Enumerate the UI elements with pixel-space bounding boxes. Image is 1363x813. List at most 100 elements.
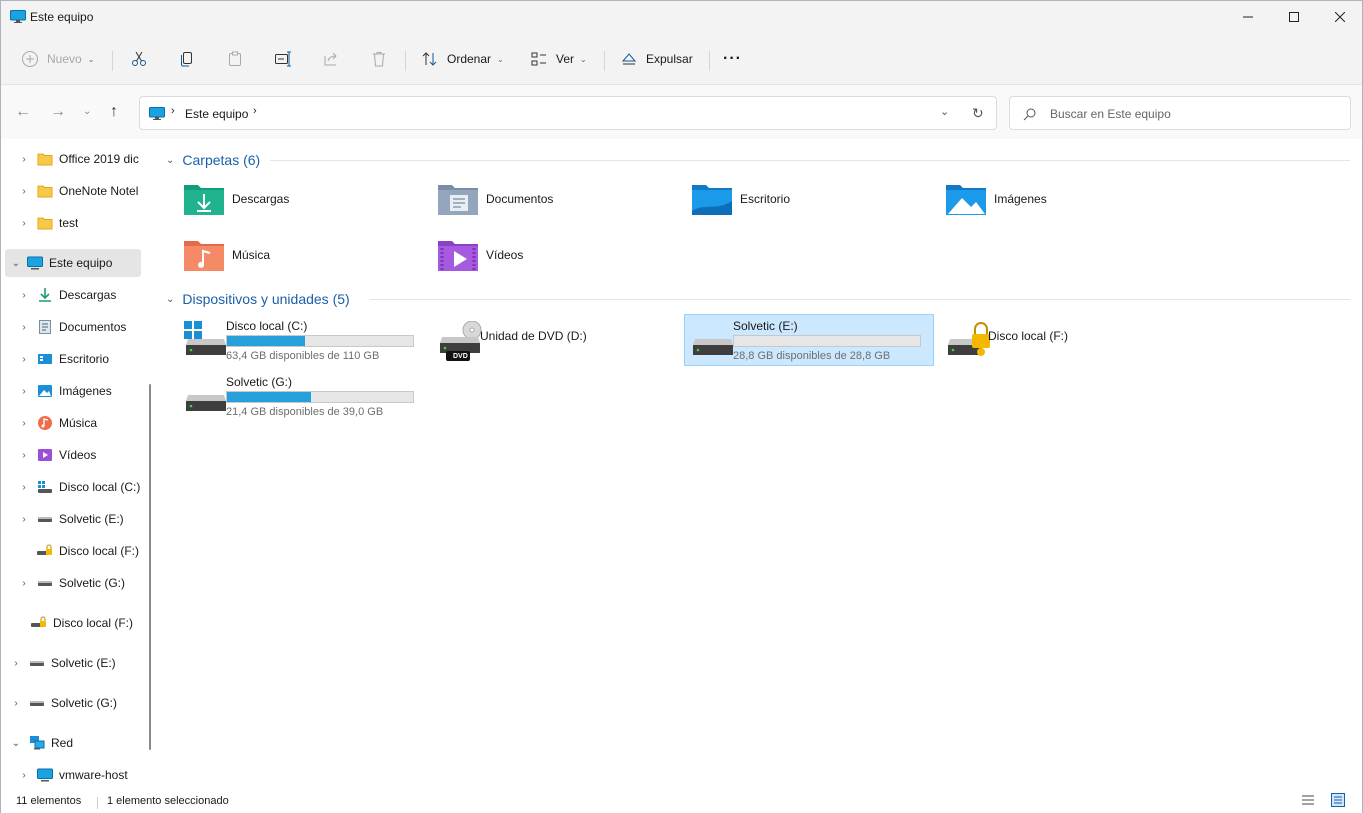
downloads-folder-icon	[184, 185, 224, 215]
sidebar-item-downloads[interactable]: › Descargas	[19, 281, 116, 309]
video-icon	[38, 449, 52, 461]
document-icon	[39, 320, 51, 334]
drive-f[interactable]: Disco local (F:)	[940, 315, 1190, 367]
chevron-right-icon[interactable]: ›	[19, 450, 29, 461]
up-button[interactable]: ↑	[110, 103, 118, 121]
back-button[interactable]: ←	[15, 103, 31, 121]
drive-dvd-d[interactable]: DVD Unidad de DVD (D:)	[432, 315, 682, 367]
eject-button[interactable]: Expulsar	[620, 45, 693, 73]
status-bar: 11 elementos 1 elemento seleccionado	[1, 791, 1362, 813]
drive-e[interactable]: Solvetic (E:) 28,8 GB disponibles de 28,…	[684, 314, 934, 366]
paste-button[interactable]	[226, 45, 244, 73]
drive-g[interactable]: Solvetic (G:) 21,4 GB disponibles de 39,…	[178, 371, 428, 423]
sidebar-item-drive-g-root[interactable]: › Solvetic (G:)	[11, 689, 117, 717]
chevron-right-icon[interactable]: ›	[19, 218, 29, 229]
sidebar-item-test[interactable]: › test	[19, 209, 78, 237]
recent-locations-button[interactable]: ⌄	[83, 106, 91, 117]
folder-label: Vídeos	[486, 248, 524, 262]
sidebar-item-label: Disco local (C:)	[59, 480, 141, 494]
folder-pictures[interactable]: Imágenes	[944, 179, 1047, 219]
chevron-right-icon[interactable]: ›	[19, 770, 29, 781]
chevron-right-icon[interactable]: ›	[19, 322, 29, 333]
chevron-right-icon[interactable]: ›	[19, 354, 29, 365]
forward-button[interactable]: →	[50, 103, 66, 121]
chevron-right-icon[interactable]: ›	[19, 186, 29, 197]
search-input[interactable]: Buscar en Este equipo	[1050, 107, 1171, 121]
details-view-button[interactable]	[1301, 793, 1315, 810]
sidebar-item-videos[interactable]: › Vídeos	[19, 441, 96, 469]
folder-label: Descargas	[232, 192, 290, 206]
devices-group-header[interactable]: ⌄ Dispositivos y unidades (5)	[166, 291, 350, 307]
sidebar-item-pictures[interactable]: › Imágenes	[19, 377, 111, 405]
chevron-right-icon[interactable]: ›	[19, 418, 29, 429]
sidebar-item-drive-e[interactable]: › Solvetic (E:)	[19, 505, 124, 533]
address-dropdown-icon[interactable]: ⌄	[940, 105, 949, 118]
share-button[interactable]	[322, 45, 340, 73]
maximize-button[interactable]	[1271, 1, 1317, 33]
sidebar-item-drive-f[interactable]: Disco local (F:)	[37, 537, 139, 565]
cut-button[interactable]	[130, 45, 148, 73]
content-pane: ⌄ Carpetas (6) Descargas Documentos Escr…	[158, 139, 1363, 791]
rename-button[interactable]	[274, 45, 292, 73]
folder-desktop[interactable]: Escritorio	[690, 179, 790, 219]
chevron-right-icon[interactable]: ›	[19, 290, 29, 301]
address-bar[interactable]: › Este equipo › ⌄ ↻	[139, 96, 997, 130]
sidebar-item-office-2019[interactable]: › Office 2019 dic	[19, 145, 139, 173]
divider	[112, 51, 113, 71]
folder-label: Escritorio	[740, 192, 791, 206]
chevron-down-icon[interactable]: ⌄	[11, 258, 21, 269]
chevron-right-icon[interactable]: ›	[11, 658, 21, 669]
chevron-down-icon[interactable]: ⌄	[166, 294, 174, 305]
breadcrumb-chevron-icon[interactable]: ›	[253, 105, 257, 117]
sidebar-scrollbar[interactable]	[149, 384, 151, 750]
tiles-view-button[interactable]	[1331, 793, 1345, 810]
sidebar-item-onenote[interactable]: › OneNote Notel	[19, 177, 138, 205]
sidebar-item-network[interactable]: ⌄ Red	[11, 729, 73, 757]
folders-group-header[interactable]: ⌄ Carpetas (6)	[166, 152, 260, 168]
chevron-down-icon[interactable]: ⌄	[11, 738, 21, 749]
folder-downloads[interactable]: Descargas	[182, 179, 289, 219]
drive-icon	[38, 581, 52, 586]
sidebar-item-documents[interactable]: › Documentos	[19, 313, 126, 341]
more-options-button[interactable]: ···	[723, 45, 742, 73]
minimize-button[interactable]	[1225, 1, 1271, 33]
sidebar-item-label: Solvetic (G:)	[59, 576, 126, 590]
search-box[interactable]: Buscar en Este equipo	[1009, 96, 1351, 130]
sidebar-item-music[interactable]: › Música	[19, 409, 97, 437]
drive-c[interactable]: Disco local (C:) 63,4 GB disponibles de …	[178, 315, 428, 367]
sidebar-item-label: Solvetic (G:)	[51, 696, 118, 710]
sidebar-item-label: Solvetic (E:)	[59, 512, 124, 526]
folder-music[interactable]: Música	[182, 235, 270, 275]
new-button[interactable]: Nuevo ⌄	[21, 45, 94, 73]
drive-icon	[38, 517, 52, 522]
refresh-icon[interactable]: ↻	[972, 105, 984, 122]
file-explorer-window: Este equipo Nuevo ⌄ Ordenar ⌄ Ver ⌄ Expu…	[0, 0, 1363, 813]
sidebar-item-drive-c[interactable]: › Disco local (C:)	[19, 473, 140, 501]
drive-free-space: 63,4 GB disponibles de 110 GB	[226, 350, 380, 362]
this-pc-icon	[27, 256, 43, 270]
sidebar-item-drive-f-root[interactable]: Disco local (F:)	[31, 609, 133, 637]
folder-documents[interactable]: Documentos	[436, 179, 553, 219]
chevron-right-icon[interactable]: ›	[19, 482, 29, 493]
copy-button[interactable]	[178, 45, 196, 73]
sidebar-item-this-pc[interactable]: ⌄ Este equipo	[5, 249, 141, 277]
delete-button[interactable]	[370, 45, 388, 73]
sidebar-item-drive-g[interactable]: › Solvetic (G:)	[19, 569, 125, 597]
view-button[interactable]: Ver ⌄	[530, 45, 587, 73]
drive-capacity-bar	[226, 391, 414, 403]
sidebar-item-vmware-host[interactable]: › vmware-host	[19, 761, 127, 789]
folder-videos[interactable]: Vídeos	[436, 235, 523, 275]
sidebar-item-desktop[interactable]: › Escritorio	[19, 345, 109, 373]
chevron-down-icon[interactable]: ⌄	[166, 155, 174, 166]
chevron-right-icon[interactable]: ›	[11, 698, 21, 709]
divider	[97, 797, 98, 809]
close-button[interactable]	[1317, 1, 1363, 33]
sort-button[interactable]: Ordenar ⌄	[421, 45, 504, 73]
plus-circle-icon	[22, 51, 38, 67]
sidebar-item-drive-e-root[interactable]: › Solvetic (E:)	[11, 649, 115, 677]
chevron-right-icon[interactable]: ›	[19, 386, 29, 397]
chevron-right-icon[interactable]: ›	[19, 578, 29, 589]
chevron-right-icon[interactable]: ›	[19, 514, 29, 525]
breadcrumb[interactable]: Este equipo	[185, 107, 248, 121]
chevron-right-icon[interactable]: ›	[19, 154, 29, 165]
